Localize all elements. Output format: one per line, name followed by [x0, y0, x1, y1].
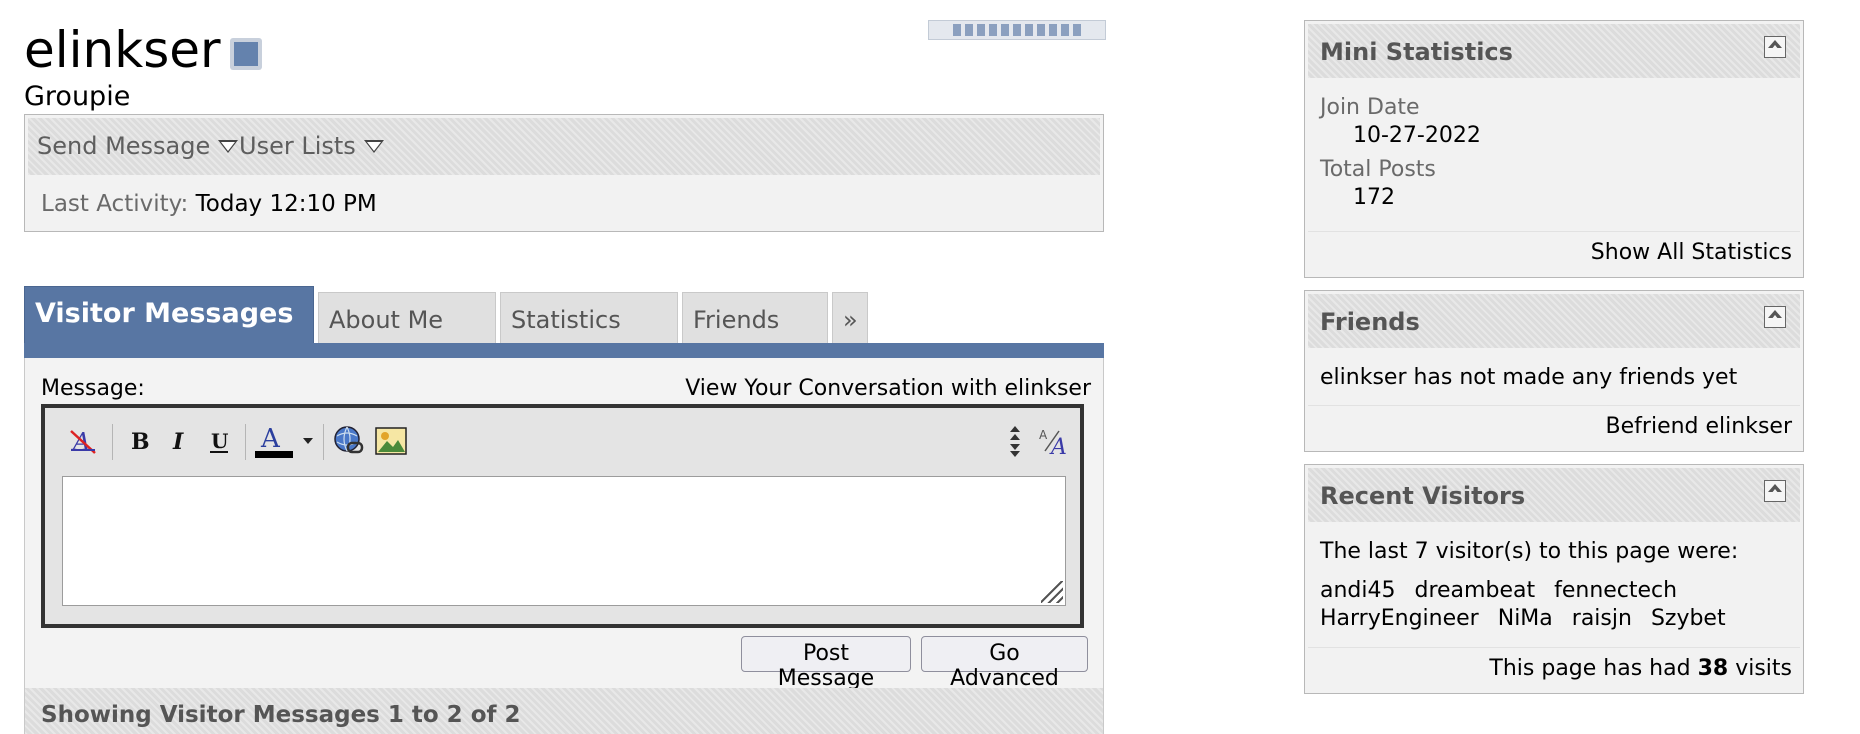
toolbar-separator	[323, 424, 324, 460]
reputation-pip	[1037, 24, 1045, 36]
recent-visitors-footer: This page has had 38 visits	[1308, 647, 1800, 690]
friends-empty-text: elinkser has not made any friends yet	[1320, 365, 1738, 390]
page-visits-count: This page has had 38 visits	[1489, 656, 1792, 681]
reputation-pip	[1013, 24, 1021, 36]
profile-username: elinkser	[24, 21, 221, 79]
insert-link-icon[interactable]	[329, 422, 369, 460]
mini-statistics-footer: Show All Statistics	[1308, 231, 1800, 274]
join-date-label: Join Date	[1320, 95, 1420, 120]
tab-statistics[interactable]: Statistics	[500, 292, 678, 344]
view-conversation-link[interactable]: View Your Conversation with elinkser	[685, 376, 1091, 401]
visitor-messages-count-bar: Showing Visitor Messages 1 to 2 of 2	[25, 688, 1103, 734]
visitor-link[interactable]: HarryEngineer	[1320, 605, 1479, 633]
svg-text:A: A	[1039, 428, 1048, 442]
online-status-icon	[230, 38, 262, 70]
tab-underline-bar	[24, 343, 1104, 358]
dropdown-triangle-icon	[218, 139, 239, 153]
user-lists-menu[interactable]: User Lists	[239, 132, 384, 160]
reputation-pip	[1061, 24, 1069, 36]
resize-grip-icon[interactable]	[1041, 581, 1063, 603]
svg-text:I: I	[172, 429, 184, 455]
go-advanced-button[interactable]: Go Advanced	[921, 636, 1088, 691]
toolbar-separator	[245, 424, 246, 460]
bold-icon[interactable]: B	[121, 422, 157, 460]
friends-header: Friends	[1308, 294, 1800, 348]
visitor-link[interactable]: raisjn	[1572, 605, 1632, 633]
svg-text:A: A	[260, 424, 281, 454]
visitor-link[interactable]: NiMa	[1498, 605, 1553, 633]
visits-number: 38	[1697, 656, 1729, 681]
total-posts-label: Total Posts	[1320, 157, 1436, 182]
reputation-pip	[1073, 24, 1081, 36]
befriend-link[interactable]: Befriend elinkser	[1606, 414, 1792, 439]
reputation-pip	[1049, 24, 1057, 36]
visitor-link[interactable]: andi45	[1320, 577, 1396, 605]
switch-editor-mode-icon[interactable]: AA	[1035, 422, 1075, 460]
friends-footer: Befriend elinkser	[1308, 405, 1800, 448]
visits-prefix: This page has had	[1489, 656, 1691, 681]
show-all-statistics-link[interactable]: Show All Statistics	[1591, 240, 1792, 265]
user-lists-label: User Lists	[239, 132, 356, 160]
italic-icon[interactable]: I	[161, 422, 197, 460]
mini-statistics-block: Mini Statistics Join Date 10-27-2022 Tot…	[1304, 20, 1804, 278]
remove-format-icon[interactable]: A	[65, 422, 101, 460]
tab-about-me[interactable]: About Me	[318, 292, 496, 344]
mini-statistics-header: Mini Statistics	[1308, 24, 1800, 78]
recent-visitors-title: Recent Visitors	[1320, 482, 1526, 510]
font-color-icon[interactable]: A	[251, 422, 297, 460]
recent-visitors-list: andi45 dreambeat fennectech HarryEnginee…	[1320, 577, 1780, 633]
profile-usertitle: Groupie	[24, 81, 131, 112]
collapse-icon[interactable]	[1764, 306, 1786, 328]
friends-block: Friends elinkser has not made any friend…	[1304, 290, 1804, 452]
total-posts-value: 172	[1353, 185, 1395, 210]
last-activity: Last Activity: Today 12:10 PM	[41, 191, 377, 217]
chevron-down-icon[interactable]	[299, 422, 317, 460]
collapse-icon[interactable]	[1764, 36, 1786, 58]
recent-visitors-block: Recent Visitors The last 7 visitor(s) to…	[1304, 464, 1804, 694]
dropdown-triangle-icon	[363, 139, 384, 153]
collapse-icon[interactable]	[1764, 480, 1786, 502]
message-editor: A B I U A AA	[41, 404, 1084, 628]
post-message-button[interactable]: Post Message	[741, 636, 911, 691]
svg-text:B: B	[131, 429, 150, 455]
tab-friends[interactable]: Friends	[682, 292, 828, 344]
tab-more[interactable]: »	[832, 292, 868, 344]
svg-text:A: A	[1049, 435, 1067, 457]
reputation-pip	[1001, 24, 1009, 36]
message-textarea[interactable]	[62, 476, 1066, 606]
visitor-messages-count: Showing Visitor Messages 1 to 2 of 2	[41, 702, 521, 728]
reputation-pip	[977, 24, 985, 36]
underline-icon[interactable]: U	[201, 422, 237, 460]
recent-visitors-header: Recent Visitors	[1308, 468, 1800, 522]
reputation-pip	[1025, 24, 1033, 36]
profile-action-bar: Send Message User Lists	[28, 118, 1100, 175]
visitor-link[interactable]: Szybet	[1651, 605, 1726, 633]
insert-image-icon[interactable]	[371, 422, 411, 460]
message-label: Message:	[41, 376, 145, 401]
visitor-link[interactable]: fennectech	[1554, 577, 1677, 605]
tab-visitor-messages[interactable]: Visitor Messages	[24, 286, 314, 344]
visitor-message-panel: Message: View Your Conversation with eli…	[24, 358, 1104, 734]
resize-arrows-icon[interactable]	[1003, 422, 1027, 460]
visits-suffix: visits	[1735, 656, 1792, 681]
send-message-menu[interactable]: Send Message	[37, 132, 239, 160]
reputation-pip	[989, 24, 997, 36]
svg-text:U: U	[211, 429, 228, 453]
reputation-pip	[953, 24, 961, 36]
reputation-pip	[965, 24, 973, 36]
last-activity-value: Today 12:10 PM	[195, 191, 377, 217]
reputation-bar	[928, 20, 1106, 40]
send-message-label: Send Message	[37, 132, 211, 160]
friends-title: Friends	[1320, 308, 1420, 336]
recent-visitors-intro: The last 7 visitor(s) to this page were:	[1320, 539, 1739, 564]
join-date-value: 10-27-2022	[1353, 123, 1481, 148]
last-activity-label: Last Activity:	[41, 191, 189, 217]
visitor-link[interactable]: dreambeat	[1415, 577, 1536, 605]
profile-actions-box: Send Message User Lists Last Activity: T…	[24, 114, 1104, 232]
mini-statistics-title: Mini Statistics	[1320, 38, 1513, 66]
toolbar-separator	[112, 424, 113, 460]
